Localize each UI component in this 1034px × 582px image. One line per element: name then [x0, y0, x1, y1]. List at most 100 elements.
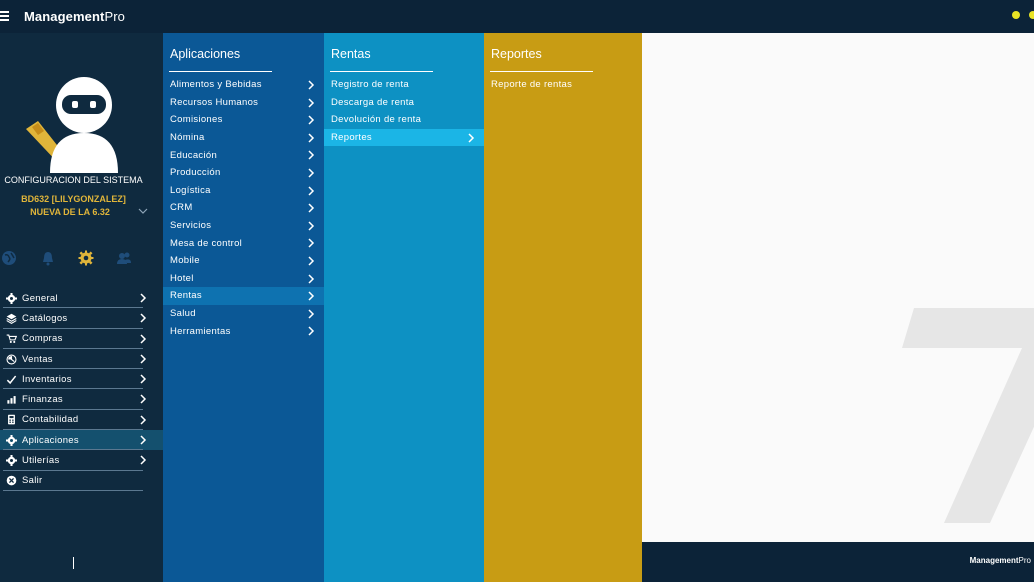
menu-item-label: Nómina — [170, 132, 205, 144]
sidebar-item-utilerias[interactable]: Utilerías — [0, 450, 163, 471]
menu-item-registro-de-renta[interactable]: Registro de renta — [324, 76, 484, 94]
menu-item-label: Mesa de control — [170, 237, 243, 249]
sidebar-item-label: Salir — [22, 475, 43, 487]
layers-icon — [5, 312, 17, 324]
menu-item-descarga-de-renta[interactable]: Descarga de renta — [324, 94, 484, 112]
sidebar: CONFIGURACION DEL SISTEMA BD632 [LILYGON… — [0, 33, 163, 582]
gear-icon — [5, 434, 17, 446]
submenu-title: Aplicaciones — [170, 47, 241, 61]
status-dot-icon — [1029, 11, 1034, 19]
menu-item-label: Devolución de renta — [331, 114, 422, 126]
sidebar-item-aplicaciones[interactable]: Aplicaciones — [0, 430, 163, 451]
sidebar-item-finanzas[interactable]: Finanzas — [0, 389, 163, 410]
app-logo: ManagementPro — [24, 9, 125, 24]
menu-item-reportes[interactable]: Reportes — [324, 128, 484, 147]
chevron-right-icon — [308, 80, 315, 90]
chevron-right-icon — [140, 374, 147, 384]
app-window: { "header": { "brand_bold": "Management"… — [0, 0, 1034, 582]
sidebar-item-general[interactable]: General — [0, 288, 163, 309]
menu-item-crm[interactable]: CRM — [163, 199, 324, 217]
brand-light: Pro — [104, 9, 125, 24]
menu-item-alimentos-y-bebidas[interactable]: Alimentos y Bebidas — [163, 76, 324, 94]
gear-icon[interactable] — [78, 250, 94, 266]
divider — [490, 71, 593, 72]
main-menu: General Catálogos Compras Ventas Inventa… — [0, 288, 163, 491]
menu-item-servicios[interactable]: Servicios — [163, 217, 324, 235]
menu-item-label: Logística — [170, 184, 211, 196]
menu-item-devolucion-de-renta[interactable]: Devolución de renta — [324, 111, 484, 129]
menu-item-produccion[interactable]: Producción — [163, 164, 324, 182]
chevron-right-icon — [140, 354, 147, 364]
menu-item-salud[interactable]: Salud — [163, 305, 324, 323]
brand-bold: Management — [969, 556, 1019, 565]
menu-item-label: CRM — [170, 202, 193, 214]
users-icon[interactable] — [116, 250, 132, 266]
rentas-list: Registro de renta Descarga de renta Devo… — [324, 76, 484, 147]
footer-logo: ManagementPro — [970, 556, 1031, 565]
menu-item-hotel[interactable]: Hotel — [163, 270, 324, 288]
menu-item-educacion[interactable]: Educación — [163, 146, 324, 164]
sidebar-item-contabilidad[interactable]: Contabilidad — [0, 410, 163, 431]
gear-icon — [5, 455, 17, 467]
chevron-right-icon — [140, 415, 147, 425]
menu-item-nomina[interactable]: Nómina — [163, 129, 324, 147]
applications-submenu: Aplicaciones Alimentos y Bebidas Recurso… — [163, 33, 324, 582]
menu-item-label: Servicios — [170, 220, 212, 232]
menu-item-mobile[interactable]: Mobile — [163, 252, 324, 270]
submenu-title: Rentas — [331, 47, 371, 61]
bell-icon[interactable] — [40, 250, 56, 266]
watermark-logo — [902, 308, 1034, 523]
chevron-right-icon — [140, 455, 147, 465]
menu-item-mesa-de-control[interactable]: Mesa de control — [163, 234, 324, 252]
menu-item-label: Alimentos y Bebidas — [170, 79, 262, 91]
chevron-right-icon — [308, 203, 315, 213]
menu-item-herramientas[interactable]: Herramientas — [163, 322, 324, 340]
divider — [330, 71, 433, 72]
chevron-right-icon — [308, 186, 315, 196]
menu-item-reporte-de-rentas[interactable]: Reporte de rentas — [484, 76, 642, 94]
main-content — [642, 33, 1034, 542]
chevron-right-icon — [140, 435, 147, 445]
sidebar-item-salir[interactable]: Salir — [0, 471, 163, 491]
reportes-list: Reporte de rentas — [484, 76, 642, 94]
chevron-right-icon — [308, 256, 315, 266]
chevron-right-icon — [308, 326, 315, 336]
menu-item-rentas[interactable]: Rentas — [163, 287, 324, 305]
menu-item-label: Reporte de rentas — [491, 79, 573, 91]
menu-item-label: Producción — [170, 167, 221, 179]
calculator-icon — [5, 414, 17, 426]
sidebar-item-inventarios[interactable]: Inventarios — [0, 369, 163, 390]
hamburger-menu-icon[interactable] — [0, 11, 9, 22]
chevron-right-icon — [308, 238, 315, 248]
chevron-right-icon — [308, 98, 315, 108]
sidebar-item-ventas[interactable]: Ventas — [0, 349, 163, 370]
top-bar: ManagementPro — [0, 0, 1034, 33]
chevron-right-icon — [468, 133, 475, 143]
footer-bar: ManagementPro — [642, 542, 1034, 582]
reportes-submenu: Reportes Reporte de rentas — [484, 33, 642, 582]
sales-icon — [5, 353, 17, 365]
applications-list: Alimentos y Bebidas Recursos Humanos Com… — [163, 76, 324, 340]
menu-item-label: Comisiones — [170, 114, 223, 126]
close-circle-icon — [5, 475, 17, 487]
menu-item-recursos-humanos[interactable]: Recursos Humanos — [163, 94, 324, 112]
database-name[interactable]: BD632 [LILYGONZALEZ] — [0, 194, 147, 204]
text-cursor — [73, 557, 74, 569]
globe-icon[interactable] — [1, 250, 17, 266]
chevron-right-icon — [308, 133, 315, 143]
chevron-right-icon — [308, 291, 315, 301]
chevron-down-icon[interactable] — [138, 206, 148, 216]
menu-item-logistica[interactable]: Logística — [163, 182, 324, 200]
menu-item-label: Educación — [170, 149, 218, 161]
sidebar-item-compras[interactable]: Compras — [0, 329, 163, 349]
check-icon — [5, 373, 17, 385]
chevron-right-icon — [308, 274, 315, 284]
sidebar-item-catalogos[interactable]: Catálogos — [0, 308, 163, 329]
menu-item-label: Registro de renta — [331, 79, 409, 91]
status-dot-icon — [1012, 11, 1020, 19]
database-version[interactable]: NUEVA DE LA 6.32 — [0, 207, 140, 217]
menu-item-comisiones[interactable]: Comisiones — [163, 111, 324, 129]
robot-avatar-icon — [26, 77, 118, 173]
brand-light: Pro — [1018, 556, 1031, 565]
chevron-right-icon — [308, 168, 315, 178]
